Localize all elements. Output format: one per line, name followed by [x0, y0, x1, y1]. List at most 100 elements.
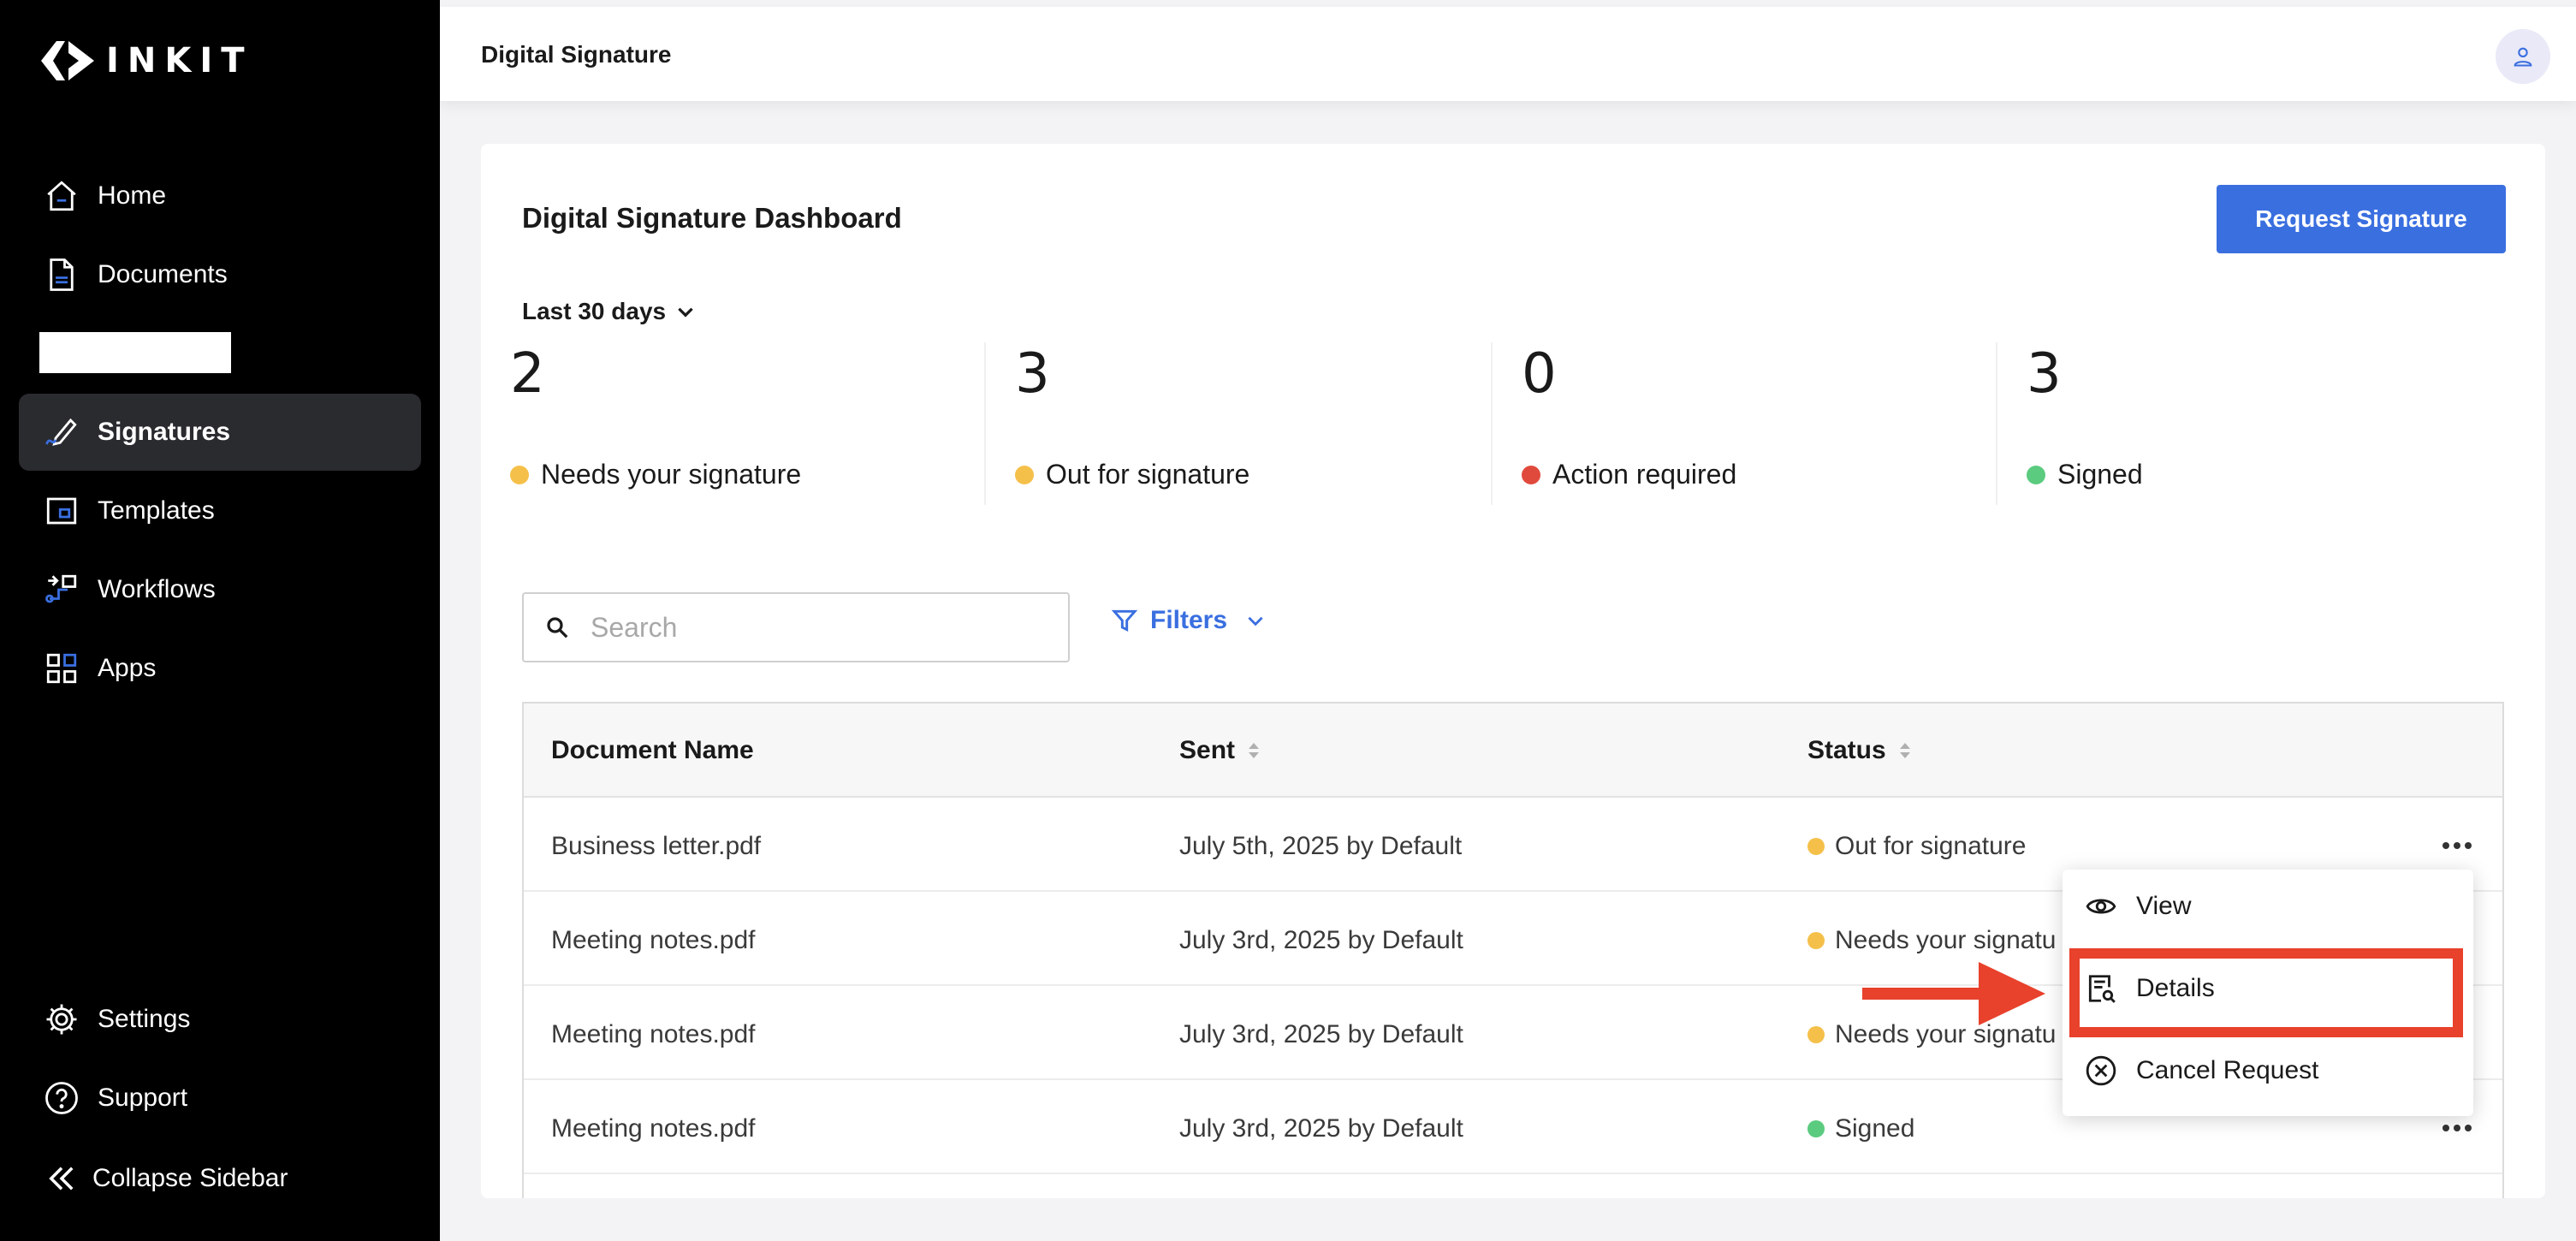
sidebar-item-apps[interactable]: Apps [19, 630, 421, 707]
brand-logo[interactable]: INKIT [39, 39, 253, 82]
status-dot [1522, 465, 1540, 484]
stat-divider [984, 342, 986, 505]
sort-icon [1898, 740, 1912, 761]
sidebar-item-label: Collapse Sidebar [92, 1164, 288, 1192]
document-name-cell: Meeting notes.pdf [551, 926, 756, 954]
status-text: Needs your signatu [1835, 926, 2057, 954]
column-header-document-name: Document Name [551, 736, 754, 765]
search-box[interactable] [522, 592, 1070, 662]
chevron-down-icon [1248, 616, 1263, 626]
annotation-arrow-icon [1862, 962, 2045, 1025]
column-header-sent[interactable]: Sent [1179, 736, 1261, 765]
apps-grid-icon [43, 650, 80, 687]
stat-label-row: Action required [1522, 459, 1736, 490]
template-icon [43, 492, 80, 530]
stat-divider [1996, 342, 1997, 505]
status-dot [1807, 1026, 1825, 1043]
stat-count: 3 [1015, 342, 1050, 406]
sidebar-item-settings[interactable]: Settings [19, 981, 421, 1058]
workflow-icon [43, 571, 80, 609]
cancel-circle-icon [2086, 1055, 2116, 1086]
filters-label: Filters [1150, 606, 1228, 634]
sidebar-item-home[interactable]: Home [19, 157, 421, 235]
double-chevron-left-icon [43, 1160, 80, 1197]
menu-item-label: View [2136, 892, 2192, 920]
status-dot [1807, 1120, 1825, 1137]
sent-cell: July 3rd, 2025 by Default [1179, 1020, 1463, 1048]
request-signature-button[interactable]: Request Signature [2217, 185, 2506, 253]
stat-count: 3 [2027, 342, 2062, 406]
status-dot [1015, 465, 1034, 484]
avatar[interactable] [2496, 29, 2550, 84]
sidebar-item-label: Documents [98, 260, 228, 288]
help-icon [43, 1079, 80, 1117]
stat-label: Needs your signature [541, 459, 802, 490]
status-cell: Needs your signatu [1807, 926, 2057, 955]
status-cell: Out for signature [1807, 832, 2026, 861]
more-horizontal-icon [2442, 1125, 2472, 1131]
sidebar-item-documents[interactable]: Documents [19, 236, 421, 313]
sidebar-item-signatures[interactable]: Signatures [19, 394, 421, 471]
filter-icon [1111, 609, 1138, 632]
signature-icon [43, 413, 80, 451]
dashboard-title: Digital Signature Dashboard [522, 202, 902, 234]
sent-cell: July 3rd, 2025 by Default [1179, 1114, 1463, 1143]
column-label: Status [1807, 736, 1886, 764]
collapse-sidebar-button[interactable]: Collapse Sidebar [19, 1140, 421, 1217]
stat-count: 2 [510, 342, 545, 406]
user-icon [2514, 47, 2532, 67]
sort-icon [1247, 740, 1261, 761]
sent-cell: July 3rd, 2025 by Default [1179, 926, 1463, 954]
row-actions-button[interactable] [2436, 1111, 2478, 1145]
date-range-label: Last 30 days [522, 298, 667, 324]
stat-label-row: Needs your signature [510, 459, 801, 490]
date-range-dropdown[interactable]: Last 30 days [522, 298, 697, 325]
top-bar: Digital Signature [440, 7, 2576, 101]
redacted-block [39, 332, 231, 373]
document-icon [43, 256, 80, 294]
more-horizontal-icon [2442, 842, 2472, 849]
sidebar: INKIT Home Documents Signatures Template… [0, 0, 440, 1241]
menu-item-view[interactable]: View [2085, 890, 2191, 923]
status-dot [1807, 838, 1825, 855]
inkit-logo-icon [41, 41, 94, 80]
column-label: Document Name [551, 736, 754, 764]
menu-item-label: Cancel Request [2136, 1056, 2319, 1084]
status-text: Out for signature [1835, 832, 2027, 860]
stat-label: Signed [2057, 459, 2143, 490]
sent-cell: July 5th, 2025 by Default [1179, 832, 1463, 860]
status-dot [2027, 465, 2045, 484]
sidebar-item-label: Support [98, 1084, 188, 1112]
sidebar-item-label: Home [98, 181, 167, 210]
stat-label: Out for signature [1046, 459, 1250, 490]
eye-icon [2086, 899, 2116, 914]
status-cell: Signed [1807, 1114, 1914, 1143]
sidebar-item-workflows[interactable]: Workflows [19, 551, 421, 628]
status-dot [1807, 932, 1825, 949]
sidebar-item-templates[interactable]: Templates [19, 472, 421, 549]
brand-name: INKIT [106, 41, 253, 80]
home-icon [43, 177, 80, 215]
document-name-cell: Meeting notes.pdf [551, 1020, 756, 1048]
row-actions-button[interactable] [2436, 828, 2478, 863]
search-icon [547, 617, 568, 638]
document-name-cell: Meeting notes.pdf [551, 1114, 756, 1143]
chevron-down-icon [678, 307, 693, 318]
filters-button[interactable]: Filters [1111, 606, 1267, 635]
sidebar-item-support[interactable]: Support [19, 1060, 421, 1137]
menu-item-cancel-request[interactable]: Cancel Request [2085, 1054, 2318, 1087]
stat-label-row: Out for signature [1015, 459, 1249, 490]
status-text: Signed [1835, 1114, 1915, 1143]
page-title: Digital Signature [481, 41, 672, 68]
annotation-highlight-box [2069, 948, 2463, 1037]
table-header: Document Name Sent Status [524, 704, 2502, 798]
gear-icon [43, 1001, 80, 1038]
search-input[interactable] [591, 611, 1036, 644]
sidebar-item-label: Settings [98, 1005, 191, 1033]
stat-label: Action required [1552, 459, 1737, 490]
column-label: Sent [1179, 736, 1236, 764]
stat-count: 0 [1522, 342, 1557, 406]
sidebar-item-label: Apps [98, 654, 157, 682]
status-dot [510, 465, 529, 484]
column-header-status[interactable]: Status [1807, 736, 1912, 765]
